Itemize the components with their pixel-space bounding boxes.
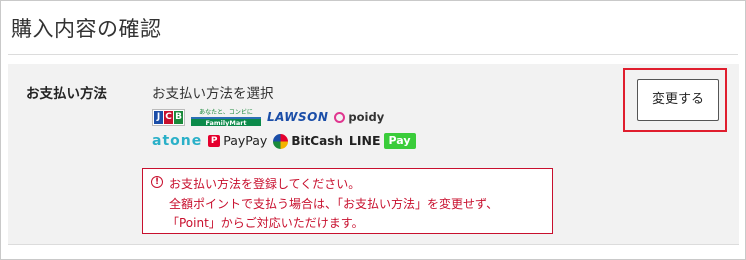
- warning-icon: !: [151, 176, 163, 188]
- paypay-logo: P PayPay: [208, 132, 267, 150]
- familymart-logo: あなたと、コンビに FamilyMart: [191, 108, 261, 127]
- jcb-logo: J C B: [152, 108, 185, 126]
- atone-logo: atone: [152, 133, 203, 149]
- payment-method-label: お支払い方法: [26, 86, 107, 102]
- error-text-line-2: 全額ポイントで支払う場合は、「お支払い方法」を変更せず、: [169, 197, 499, 211]
- payment-logos-row-2: atone P PayPay BitCash LINE Pay: [152, 132, 416, 150]
- bitcash-icon: [273, 133, 289, 149]
- payment-error-message: ! お支払い方法を登録してください。 全額ポイントで支払う場合は、「お支払い方法…: [142, 168, 553, 234]
- poidy-logo: poidy: [334, 108, 384, 126]
- paypay-icon: P: [208, 135, 221, 147]
- page-title: 購入内容の確認: [11, 17, 162, 41]
- order-confirmation-panel: 購入内容の確認 お支払い方法 お支払い方法を選択 J C B あなたと、コンビに…: [0, 0, 746, 260]
- linepay-logo: LINE Pay: [349, 132, 416, 150]
- error-text-line-1: お支払い方法を登録してください。: [169, 177, 361, 191]
- change-payment-button[interactable]: 変更する: [637, 79, 719, 121]
- lawson-logo: LAWSON: [267, 110, 329, 124]
- error-text-line-3: 「Point」からご対応いただけます。: [167, 216, 364, 230]
- bitcash-logo: BitCash: [273, 132, 343, 150]
- payment-logos-row-1: J C B あなたと、コンビに FamilyMart LAWSON poidy: [152, 108, 384, 127]
- poidy-icon: [334, 111, 346, 123]
- divider: [8, 54, 738, 55]
- select-payment-heading: お支払い方法を選択: [152, 86, 274, 102]
